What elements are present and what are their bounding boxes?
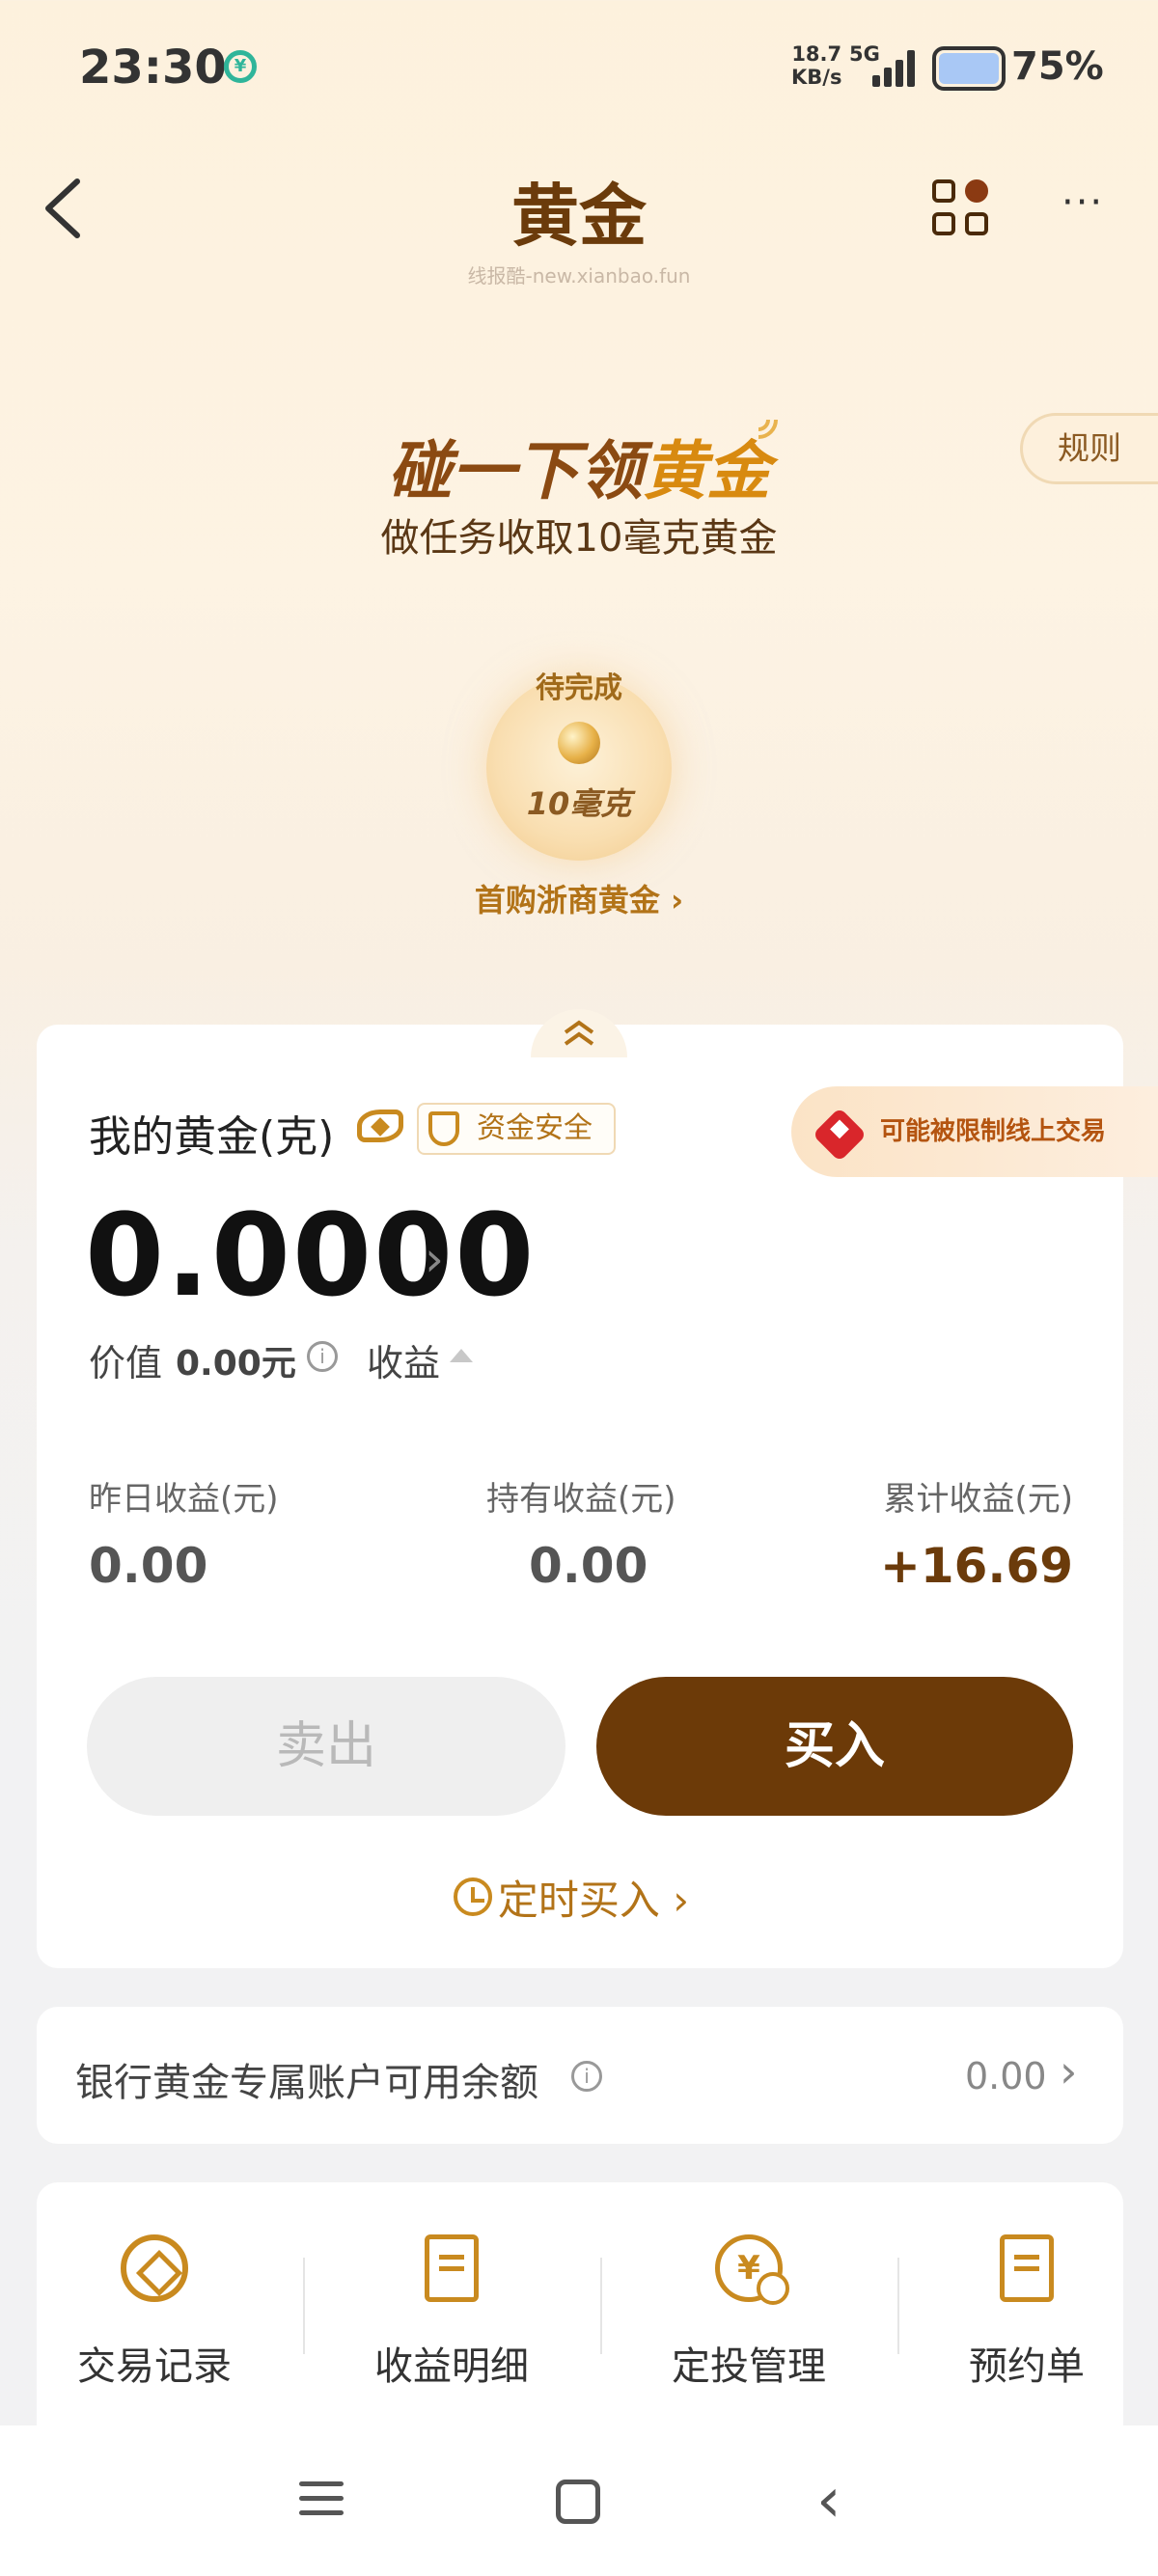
chevron-up-icon xyxy=(564,1020,594,1046)
more-icon[interactable]: ··· xyxy=(1062,183,1110,222)
fixed-investment-icon: ¥ xyxy=(715,2234,789,2305)
collapse-button[interactable] xyxy=(531,1009,627,1057)
divider xyxy=(600,2258,602,2354)
shortcut-label: 收益明细 xyxy=(374,2344,529,2389)
eye-icon[interactable] xyxy=(357,1110,403,1142)
holding-profit-value: 0.00 xyxy=(529,1538,648,1594)
battery-icon xyxy=(932,46,1006,91)
timed-buy-link[interactable]: 定时买入 › xyxy=(0,1868,1158,1927)
yesterday-profit-value: 0.00 xyxy=(89,1538,208,1594)
nav-back-icon[interactable]: ‹ xyxy=(816,2470,841,2532)
nfc-waves-icon xyxy=(758,419,778,439)
divider xyxy=(897,2258,899,2354)
holding-profit-label: 持有收益(元) xyxy=(486,1480,676,1519)
signal-icon xyxy=(868,48,919,87)
shortcut-label: 定投管理 xyxy=(672,2344,826,2389)
my-gold-label: 我的黄金(克) xyxy=(89,1112,335,1162)
banner-subtitle: 做任务收取10毫克黄金 xyxy=(380,516,778,561)
sell-button[interactable]: 卖出 xyxy=(87,1677,565,1816)
cumulative-profit-value: +16.69 xyxy=(879,1538,1073,1594)
home-square-icon[interactable] xyxy=(556,2480,600,2524)
shield-icon xyxy=(428,1111,459,1146)
shortcut-label: 交易记录 xyxy=(77,2344,232,2389)
network-speed: 18.7 KB/s xyxy=(791,42,842,89)
yesterday-profit-label: 昨日收益(元) xyxy=(89,1480,279,1519)
value-amount: 0.00元 xyxy=(176,1344,296,1384)
triangle-up-icon[interactable] xyxy=(450,1349,473,1362)
value-label: 价值 xyxy=(89,1342,163,1384)
shortcut-reservations[interactable]: 预约单 xyxy=(911,2234,1143,2391)
shortcut-fixed-investment[interactable]: ¥ 定投管理 xyxy=(633,2234,865,2391)
status-time: 23:30 xyxy=(79,41,227,95)
chevron-right-icon[interactable]: › xyxy=(425,1231,444,1287)
detail-icon xyxy=(425,2234,479,2302)
divider xyxy=(303,2258,305,2354)
first-buy-task-link[interactable]: 首购浙商黄金 › xyxy=(0,876,1158,920)
chevron-right-icon[interactable]: › xyxy=(1060,2045,1077,2097)
profit-toggle[interactable]: 收益 xyxy=(367,1333,440,1386)
info-icon[interactable]: i xyxy=(571,2061,602,2092)
shortcut-trade-records[interactable]: 交易记录 xyxy=(39,2234,270,2391)
battery-percent: 75% xyxy=(1011,44,1104,89)
rules-button[interactable]: 规则 xyxy=(1020,413,1158,484)
reward-amount: 10毫克 xyxy=(526,785,632,822)
menu-icon[interactable] xyxy=(299,2480,344,2518)
gold-ball-icon xyxy=(558,722,600,764)
gold-holding-amount[interactable]: 0.0000 xyxy=(85,1189,536,1322)
cumulative-profit-label: 累计收益(元) xyxy=(883,1480,1073,1519)
order-icon xyxy=(1000,2234,1054,2302)
balance-label: 银行黄金专属账户可用余额 xyxy=(75,2061,538,2105)
balance-value: 0.00 xyxy=(965,2055,1047,2097)
notification-app-icon: ¥ xyxy=(224,50,257,83)
banner-title: 碰一下领黄金 xyxy=(388,434,770,508)
shortcut-label: 预约单 xyxy=(969,2344,1085,2389)
buy-button[interactable]: 买入 xyxy=(596,1677,1073,1816)
apps-grid-icon[interactable] xyxy=(932,179,992,239)
task-status: 待完成 xyxy=(536,671,622,705)
record-icon xyxy=(121,2234,188,2302)
info-icon[interactable]: i xyxy=(307,1341,338,1372)
shortcut-profit-details[interactable]: 收益明细 xyxy=(336,2234,567,2391)
watermark: 线报酷-new.xianbao.fun xyxy=(467,264,691,288)
